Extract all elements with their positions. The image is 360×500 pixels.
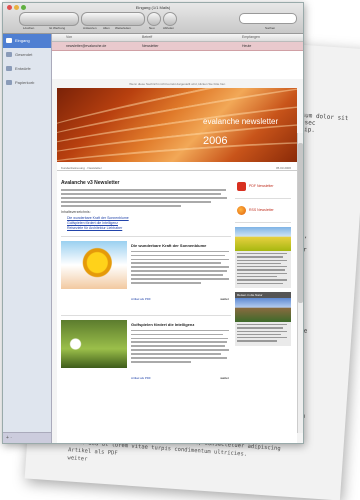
article-more-link[interactable]: weiter xyxy=(220,376,229,380)
text-line xyxy=(61,196,227,199)
pdf-newsletter-label: PDF Newsletter xyxy=(249,184,274,188)
column-header-subject[interactable]: Betreff xyxy=(142,35,152,39)
banner-brand: evalanche newsletter xyxy=(203,117,279,126)
sidebar-item-inbox[interactable]: Eingang xyxy=(3,34,51,48)
view-online-notice[interactable]: Wenn diese Nachricht nicht korrekt darge… xyxy=(52,79,303,88)
toolbar-label-new: Neu xyxy=(149,26,155,30)
sidebar-item-label: Gesendet xyxy=(15,52,33,57)
sidebar-item-label: Papierkorb xyxy=(15,80,35,85)
side-teaser-1 xyxy=(235,227,291,288)
mountain-landscape-image xyxy=(235,297,291,322)
drafts-icon xyxy=(6,66,12,71)
toolbar-label-forward: Weiterleiten xyxy=(115,26,131,30)
column-header-from[interactable]: Von xyxy=(66,35,72,39)
new-message-button[interactable] xyxy=(147,12,161,26)
toolbar-label-get-mail: Abholen xyxy=(163,26,175,30)
newsletter-body: evalanche newsletter 2006 Kundenbetreuun… xyxy=(57,88,297,443)
sidebar-item-sent[interactable]: Gesendet xyxy=(3,48,51,62)
message-list-empty-area xyxy=(52,51,303,80)
article-pdf-link[interactable]: Artikel als PDF xyxy=(131,376,151,380)
article-title[interactable]: Die wunderbare Kraft der Sonnenblume xyxy=(131,243,206,248)
message-from: newsletter@evalanche.de xyxy=(66,44,107,48)
reply-forward-button-group[interactable] xyxy=(81,12,145,26)
message-subject: Newsletter xyxy=(142,44,159,48)
column-header-date[interactable]: Empfangen xyxy=(242,35,260,39)
contents-heading: Inhaltsverzeichnis: xyxy=(61,209,91,214)
main-pane: Von Betreff Empfangen newsletter@evalanc… xyxy=(52,34,303,443)
pdf-newsletter-link[interactable]: PDF Newsletter xyxy=(235,178,291,199)
toolbar-label-reply: Antworten xyxy=(83,26,97,30)
sunflower-image xyxy=(61,240,127,289)
contents-link[interactable]: Reiseziele für Architektur Liebhaber xyxy=(67,226,231,231)
newsletter-side-column: PDF Newsletter RSS Newsletter Reisen in … xyxy=(235,178,291,346)
window-title: Eingang (1/1 Mails) xyxy=(135,5,171,10)
sent-icon xyxy=(6,52,12,57)
get-mail-button[interactable] xyxy=(163,12,177,26)
article-golf: Golfspielen fördert die Intelligenz Arti… xyxy=(61,314,231,386)
article-text xyxy=(131,329,231,366)
delete-junk-button-group[interactable] xyxy=(19,12,79,26)
article-more-link[interactable]: weiter xyxy=(220,297,229,301)
inbox-icon xyxy=(6,38,12,43)
sidebar-item-drafts[interactable]: Entwürfe xyxy=(3,62,51,76)
toolbar-label-junk: Ist Werbung xyxy=(49,26,66,30)
newsletter-main-column: Avalanche v3 Newsletter Inhaltsverzeichn… xyxy=(61,178,231,386)
window-toolbar: Eingang (1/1 Mails) Löschen Ist Werbung … xyxy=(3,3,303,34)
message-list-header: Von Betreff Empfangen xyxy=(52,34,303,42)
newsletter-heading: Avalanche v3 Newsletter xyxy=(61,180,120,186)
article-sunflower: Die wunderbare Kraft der Sonnenblume Art… xyxy=(61,235,231,307)
scrollbar-thumb[interactable] xyxy=(298,143,303,303)
text-line xyxy=(61,200,211,203)
newsletter-sender: Kundenbetreuung · Newsletter xyxy=(61,166,102,170)
text-line xyxy=(61,192,221,195)
mailbox-sidebar: Eingang Gesendet Entwürfe Papierkorb + · xyxy=(3,34,52,443)
sidebar-item-trash[interactable]: Papierkorb xyxy=(3,76,51,90)
add-mailbox-button[interactable]: + · xyxy=(3,432,51,443)
trash-icon xyxy=(6,80,12,85)
side-teaser-2: Reisen in die Natur xyxy=(235,291,291,346)
article-pdf-link[interactable]: Artikel als PDF xyxy=(131,297,151,301)
mail-window: Eingang (1/1 Mails) Löschen Ist Werbung … xyxy=(2,2,304,444)
banner-year: 2006 xyxy=(203,135,228,147)
sidebar-item-label: Entwürfe xyxy=(15,66,31,71)
toolbar-label-delete: Löschen xyxy=(23,26,35,30)
message-row[interactable]: newsletter@evalanche.de Newsletter Heute xyxy=(52,42,303,51)
sidebar-item-label: Eingang xyxy=(15,38,30,43)
rss-newsletter-label: RSS Newsletter xyxy=(249,208,274,212)
message-date: Heute xyxy=(242,44,252,48)
article-text xyxy=(131,250,231,287)
search-input[interactable] xyxy=(239,13,297,24)
text-line xyxy=(61,204,181,207)
text-line xyxy=(61,189,226,191)
golf-image xyxy=(61,319,127,368)
article-title[interactable]: Golfspielen fördert die Intelligenz xyxy=(131,322,194,327)
rss-icon xyxy=(237,206,246,215)
toolbar-label-reply-all: Allen xyxy=(103,26,110,30)
toolbar-label-search: Suchen xyxy=(265,26,276,30)
message-preview: Wenn diese Nachricht nicht korrekt darge… xyxy=(52,79,303,443)
preview-scrollbar[interactable] xyxy=(297,133,303,433)
pdf-icon xyxy=(237,182,246,191)
newsletter-meta: Kundenbetreuung · Newsletter 05.03.2006 xyxy=(57,162,297,171)
newsletter-date: 05.03.2006 xyxy=(275,166,291,170)
newsletter-banner: evalanche newsletter 2006 xyxy=(57,88,297,162)
field-landscape-image xyxy=(235,227,291,251)
rss-newsletter-link[interactable]: RSS Newsletter xyxy=(235,202,291,223)
